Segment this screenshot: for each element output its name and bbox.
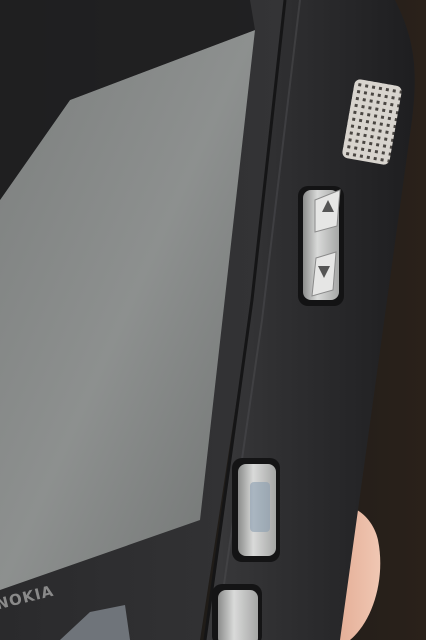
side-key[interactable] (232, 458, 280, 562)
bottom-key[interactable] (212, 584, 262, 640)
phone-illustration (0, 0, 426, 640)
photo-scene: NOKIA (0, 0, 426, 640)
volume-rocker[interactable] (298, 186, 344, 306)
